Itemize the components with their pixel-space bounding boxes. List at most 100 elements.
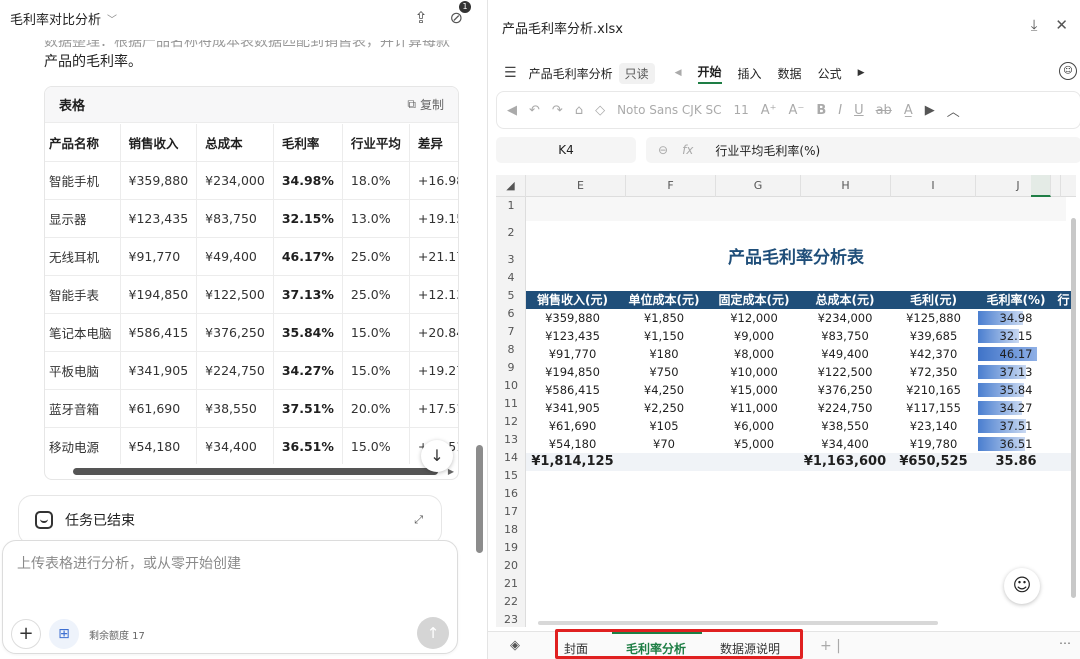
sheet-cell[interactable]: ¥91,770 [526, 345, 619, 363]
column-header-H[interactable]: H [801, 175, 891, 197]
eraser-icon[interactable]: ◇ [595, 103, 605, 118]
sheet-cell[interactable]: ¥54,180 [526, 435, 619, 453]
add-sheet-button[interactable]: + | [820, 638, 841, 654]
column-header-E[interactable]: E [536, 175, 626, 197]
sheet-cell[interactable]: ¥1,850 [619, 309, 709, 327]
row-header[interactable]: 11 [496, 395, 526, 413]
row-header[interactable]: 20 [496, 557, 526, 575]
row-header[interactable]: 5 [496, 287, 526, 305]
sheet-cell[interactable]: 46.17 [976, 345, 1056, 363]
toolbar-left-arrow-icon[interactable]: ◀ [507, 103, 517, 118]
sheet-cell[interactable]: ¥34,400 [799, 435, 891, 453]
sheet-header-cell[interactable]: 销售收入(元) [526, 291, 619, 309]
expand-icon[interactable]: ⤢ [414, 513, 423, 527]
sheet-cell[interactable]: ¥11,000 [709, 399, 799, 417]
sheet-cell[interactable]: 32.15 [976, 327, 1056, 345]
sheet-cell[interactable]: ¥61,690 [526, 417, 619, 435]
download-icon[interactable]: ⤓ [1031, 16, 1038, 34]
sheet-cell[interactable]: 37.51 [976, 417, 1056, 435]
toolbar-right-arrow-icon[interactable]: ▶ [925, 103, 935, 118]
row-header[interactable]: 8 [496, 341, 526, 359]
menu-tab-home[interactable]: 开始 [697, 63, 722, 84]
strikethrough-icon[interactable]: ab [876, 103, 892, 118]
increase-font-icon[interactable]: A⁺ [761, 103, 777, 118]
assistant-fab-icon[interactable]: ☺ [1004, 568, 1040, 604]
format-painter-icon[interactable]: ⌂ [575, 103, 583, 118]
cell-reference[interactable]: K4 [496, 137, 636, 163]
menu-left-arrow-icon[interactable]: ◀ [675, 68, 682, 78]
sheet-cell[interactable]: ¥122,500 [799, 363, 891, 381]
sheet-cell[interactable]: ¥72,350 [891, 363, 976, 381]
sheet-header-cell[interactable]: 行 [1056, 291, 1071, 309]
sheet-cell[interactable]: ¥180 [619, 345, 709, 363]
row-header[interactable]: 17 [496, 503, 526, 521]
font-size-select[interactable]: 11 [734, 103, 749, 117]
sheet-cell[interactable]: ¥1,150 [619, 327, 709, 345]
sheet-cell[interactable]: ¥2,250 [619, 399, 709, 417]
sheet-cell[interactable]: ¥750 [619, 363, 709, 381]
row-header[interactable]: 23 [496, 611, 526, 627]
row-header[interactable]: 4 [496, 269, 526, 287]
row-header[interactable]: 14 [496, 449, 526, 467]
sheet-cell[interactable]: ¥42,370 [891, 345, 976, 363]
sheet-cell[interactable]: ¥194,850 [526, 363, 619, 381]
add-button[interactable]: + [11, 619, 41, 649]
sheet-header-cell[interactable]: 毛利(元) [891, 291, 976, 309]
sheet-cell[interactable]: 36.51 [976, 435, 1056, 453]
menu-tab-formula[interactable]: 公式 [818, 65, 842, 82]
sheet-cell[interactable]: ¥15,000 [709, 381, 799, 399]
sheet-total-cell[interactable]: ¥1,163,600 [799, 453, 891, 471]
redo-icon[interactable]: ↷ [552, 103, 563, 118]
row-header[interactable]: 15 [496, 467, 526, 485]
sheet-header-cell[interactable]: 总成本(元) [799, 291, 891, 309]
font-color-icon[interactable]: A̲ [904, 103, 913, 118]
row-header[interactable]: 1 [496, 197, 526, 215]
sheet-cell[interactable]: ¥4,250 [619, 381, 709, 399]
sheet-total-cell[interactable] [709, 453, 799, 471]
chevron-down-icon[interactable]: ﹀ [107, 11, 117, 26]
row-header[interactable]: 6 [496, 305, 526, 323]
menu-tab-insert[interactable]: 插入 [738, 65, 762, 82]
decrease-font-icon[interactable]: A⁻ [789, 103, 805, 118]
composer-placeholder[interactable]: 上传表格进行分析，或从零开始创建 [17, 553, 241, 573]
attachment-icon[interactable]: ⊘ 1 [450, 1, 471, 27]
row-header[interactable]: 22 [496, 593, 526, 611]
sheet-cell[interactable]: 34.98 [976, 309, 1056, 327]
sheet-cell[interactable]: ¥376,250 [799, 381, 891, 399]
sheet-cell[interactable]: ¥5,000 [709, 435, 799, 453]
sheet-cell[interactable]: ¥39,685 [891, 327, 976, 345]
sheet-cell[interactable]: ¥19,780 [891, 435, 976, 453]
underline-icon[interactable]: U [854, 103, 864, 118]
row-header[interactable]: 12 [496, 413, 526, 431]
sheet-cell[interactable]: ¥359,880 [526, 309, 619, 327]
sheet-tab-margin-analysis[interactable]: 毛利率分析 [626, 640, 686, 659]
row-header[interactable]: 21 [496, 575, 526, 593]
scroll-right-arrow-icon[interactable]: ▶ [448, 467, 454, 476]
scroll-down-button[interactable]: ↓ [421, 440, 453, 472]
sheet-cell[interactable]: ¥83,750 [799, 327, 891, 345]
layers-icon[interactable]: ◈ [510, 638, 520, 653]
sheet-vertical-scrollbar[interactable] [1071, 218, 1076, 598]
sheet-cell[interactable]: ¥224,750 [799, 399, 891, 417]
italic-icon[interactable]: I [838, 103, 842, 118]
sheet-tab-cover[interactable]: 封面 [564, 640, 588, 659]
sheet-cell[interactable]: ¥210,165 [891, 381, 976, 399]
sheet-header-cell[interactable]: 毛利率(%) [976, 291, 1056, 309]
menu-tab-data[interactable]: 数据 [778, 65, 802, 82]
sheet-cell[interactable]: 34.27 [976, 399, 1056, 417]
sheet-cell[interactable]: 37.13 [976, 363, 1056, 381]
row-header[interactable]: 7 [496, 323, 526, 341]
sheet-total-cell[interactable]: ¥650,525 [891, 453, 976, 471]
column-header-G[interactable]: G [716, 175, 801, 197]
share-icon[interactable]: ⇪ [414, 8, 427, 27]
sheet-cell[interactable]: ¥12,000 [709, 309, 799, 327]
row-header[interactable]: 9 [496, 359, 526, 377]
menu-right-arrow-icon[interactable]: ▶ [858, 68, 865, 78]
sheet-horizontal-scrollbar[interactable] [538, 621, 938, 625]
close-icon[interactable]: ✕ [1055, 16, 1068, 34]
sheet-tab-data-source[interactable]: 数据源说明 [720, 640, 780, 659]
sheet-cell[interactable]: ¥23,140 [891, 417, 976, 435]
copy-button[interactable]: ⧉ 复制 [407, 96, 444, 113]
row-header[interactable]: 10 [496, 377, 526, 395]
row-header[interactable]: 13 [496, 431, 526, 449]
